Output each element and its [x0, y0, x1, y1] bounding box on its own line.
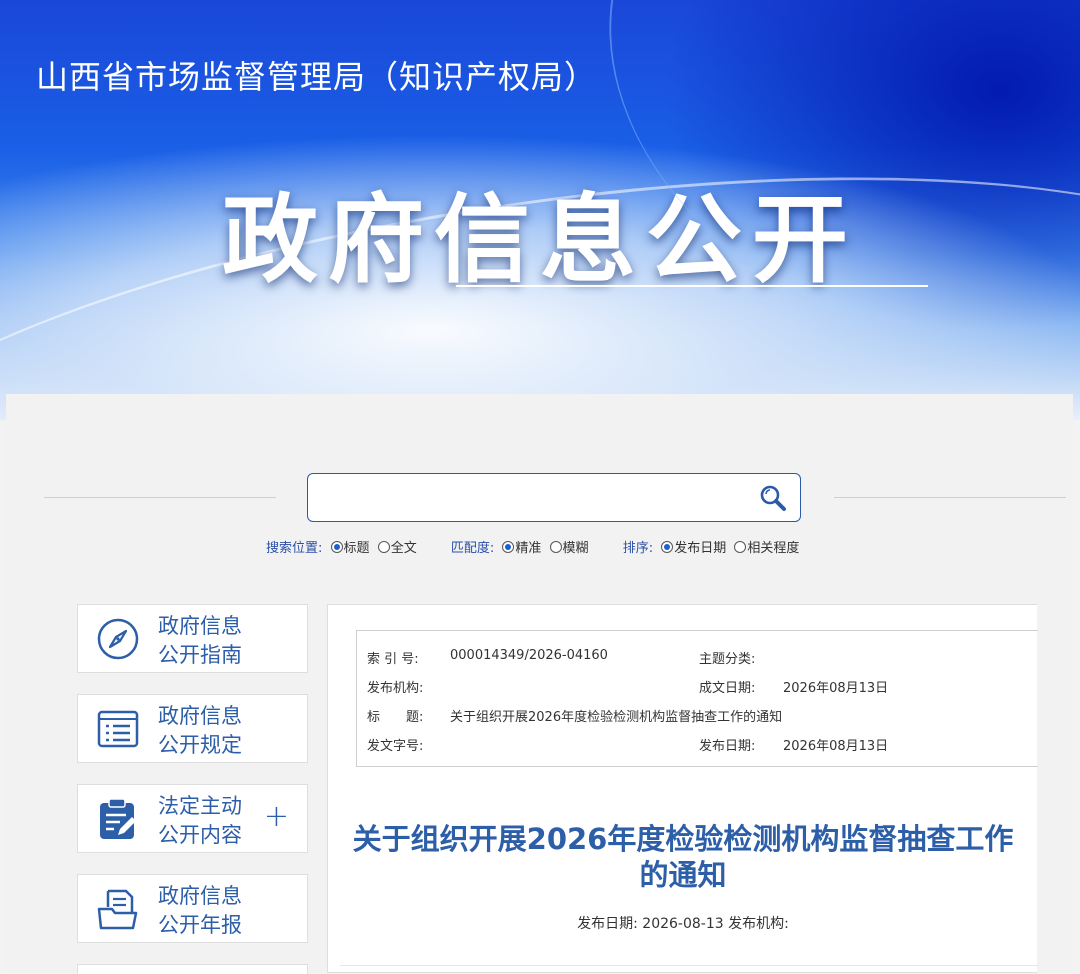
article-divider: [340, 965, 1038, 966]
sort-group: 排序: 发布日期 相关程度: [622, 537, 799, 556]
expand-plus-icon[interactable]: +: [264, 802, 289, 832]
meta-doc-no-label: 发文字号:: [367, 739, 424, 754]
meta-index-label: 索 引 号:: [367, 652, 419, 667]
meta-title-label: 标 题:: [367, 710, 424, 725]
sidebar-item-guide-line1: 政府信息: [158, 614, 242, 638]
sidebar-item-annual-report-line2: 公开年报: [158, 913, 242, 937]
search-divider-left: [44, 497, 276, 498]
article-date-line: 发布日期: 2026-08-13 发布机构:: [577, 916, 789, 932]
sidebar-item-guide[interactable]: 政府信息 公开指南: [77, 604, 308, 673]
meta-title-value: 关于组织开展2026年度检验检测机构监督抽查工作的通知: [450, 710, 783, 725]
sidebar-item-annual-report-line1: 政府信息: [158, 884, 242, 908]
article-content: 索 引 号: 000014349/2026-04160 主题分类: 发布机构: …: [327, 604, 1038, 973]
meta-publish-date-label: 发布日期:: [699, 739, 756, 754]
radio-sort-date[interactable]: [661, 541, 674, 553]
search-divider-right: [834, 497, 1066, 498]
radio-fuzzy-label[interactable]: 模糊: [563, 541, 589, 556]
folder-document-icon: [97, 889, 138, 930]
search-position-label: 搜索位置:: [266, 541, 323, 556]
compass-icon: [97, 618, 139, 660]
radio-fuzzy[interactable]: [549, 541, 562, 553]
search-box: [307, 473, 801, 522]
radio-exact-label[interactable]: 精准: [515, 541, 541, 556]
site-title[interactable]: 山西省市场监督管理局（知识产权局）: [36, 52, 597, 98]
meta-publisher-label: 发布机构:: [367, 681, 424, 696]
metadata-table: 索 引 号: 000014349/2026-04160 主题分类: 发布机构: …: [356, 630, 1038, 767]
hero-underline: [456, 285, 928, 287]
article-title-line1: 关于组织开展2026年度检验检测机构监督抽查工作: [352, 822, 1014, 856]
sidebar-item-proactive[interactable]: 法定主动 公开内容 +: [77, 784, 308, 853]
sidebar-item-rules[interactable]: 政府信息 公开规定: [77, 694, 308, 763]
meta-index-value: 000014349/2026-04160: [450, 648, 608, 663]
search-options: 搜索位置: 标题 全文 匹配度: 精准 模糊 排序: 发布日期 相关程度: [266, 537, 829, 556]
article-title-line2: 的通知: [639, 858, 727, 892]
article-title: 关于组织开展2026年度检验检测机构监督抽查工作 的通知: [328, 821, 1038, 893]
sidebar-item-proactive-line2: 公开内容: [158, 823, 242, 847]
meta-written-date-value: 2026年08月13日: [783, 681, 889, 696]
clipboard-edit-icon: [100, 798, 136, 839]
meta-topic-label: 主题分类:: [699, 652, 756, 667]
radio-fulltext[interactable]: [377, 541, 390, 553]
radio-sort-relevance-label[interactable]: 相关程度: [747, 541, 799, 556]
sidebar-item-guide-line2: 公开指南: [158, 643, 242, 667]
search-icon[interactable]: [758, 483, 788, 513]
meta-publish-date-value: 2026年08月13日: [783, 739, 889, 754]
radio-fulltext-label[interactable]: 全文: [391, 541, 417, 556]
sidebar-item-annual-report[interactable]: 政府信息 公开年报: [77, 874, 308, 943]
match-label: 匹配度:: [450, 541, 495, 556]
match-group: 匹配度: 精准 模糊: [451, 537, 589, 556]
radio-sort-date-label[interactable]: 发布日期: [674, 541, 726, 556]
search-position-group: 搜索位置: 标题 全文: [266, 537, 417, 556]
header-banner: 山西省市场监督管理局（知识产权局） 政府信息公开: [0, 0, 1080, 420]
radio-title-label[interactable]: 标题: [344, 541, 370, 556]
radio-title[interactable]: [330, 541, 343, 553]
sidebar-item-rules-line1: 政府信息: [158, 704, 242, 728]
sidebar-item-rules-line2: 公开规定: [158, 733, 242, 757]
sidebar-item-proactive-line1: 法定主动: [158, 794, 242, 818]
meta-written-date-label: 成文日期:: [699, 681, 756, 696]
radio-exact[interactable]: [502, 541, 515, 553]
document-list-icon: [97, 710, 139, 748]
sort-label: 排序:: [622, 541, 654, 556]
radio-sort-relevance[interactable]: [734, 541, 747, 553]
hero-title: 政府信息公开: [222, 184, 858, 296]
search-input[interactable]: [320, 478, 744, 520]
